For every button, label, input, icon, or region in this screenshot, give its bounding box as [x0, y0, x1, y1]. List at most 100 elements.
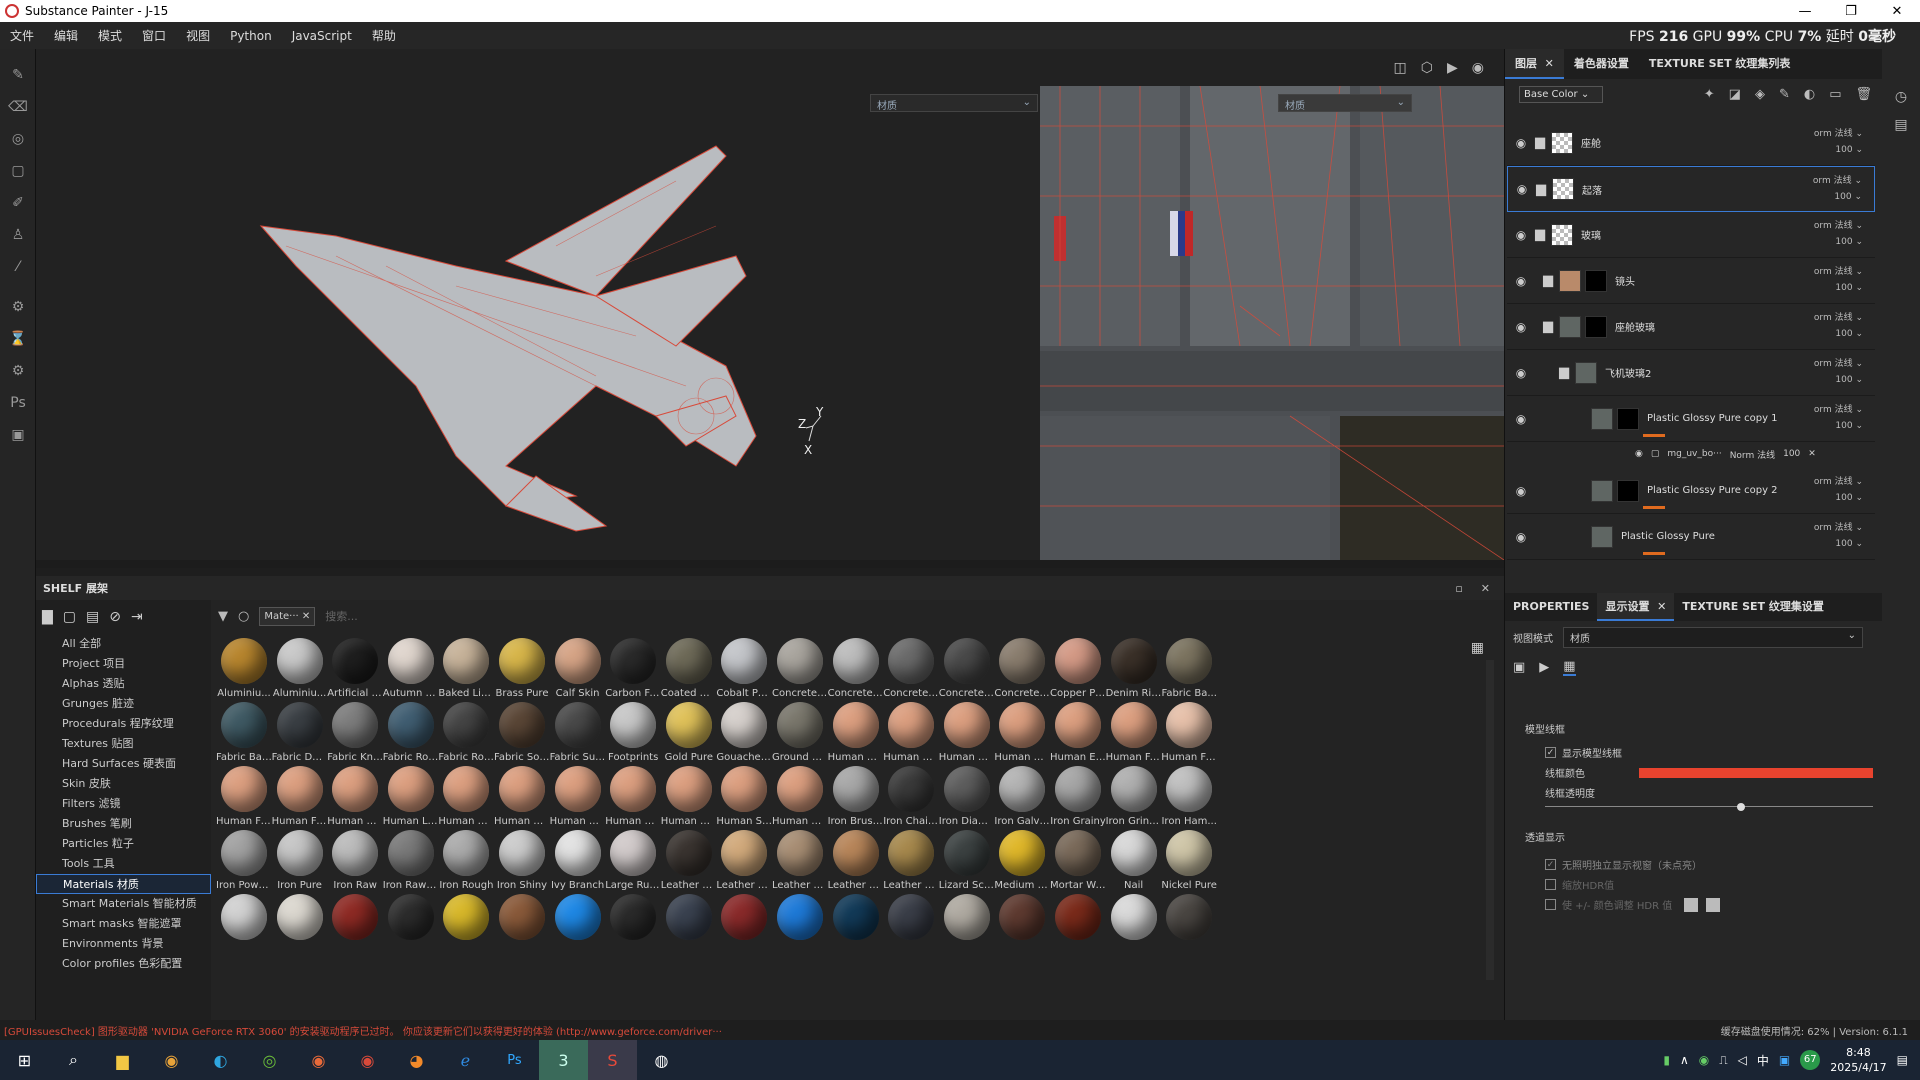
folder-icon[interactable]: ▆: [1543, 273, 1553, 288]
hide-icon[interactable]: ⊘: [109, 609, 121, 625]
folder-icon[interactable]: ▆: [1559, 365, 1569, 380]
shelf-category[interactable]: Brushes 笔刷: [36, 814, 211, 834]
eye-icon[interactable]: ◉: [1635, 449, 1643, 459]
shelf-category[interactable]: Smart Materials 智能材质: [36, 894, 211, 914]
layer-blend-opacity[interactable]: orm 法线 ⌄ 100 ⌄: [1813, 173, 1862, 205]
geometry-mask-icon[interactable]: ▢: [0, 155, 36, 187]
import-icon[interactable]: ⇥: [131, 609, 143, 625]
measure-icon[interactable]: ⌛: [0, 323, 36, 355]
material-item[interactable]: [939, 894, 995, 972]
substance-painter-icon[interactable]: S: [588, 1040, 637, 1080]
eye-icon[interactable]: ◉: [1507, 320, 1535, 334]
view-mode-select[interactable]: 材质 ⌄: [1563, 627, 1863, 648]
shelf-scrollbar[interactable]: [1486, 660, 1494, 980]
photoshop-icon[interactable]: Ps: [490, 1040, 539, 1080]
layer-row[interactable]: ◉ Plastic Glossy Pure copy 2 orm 法线 ⌄ 100 ⌄: [1507, 468, 1875, 514]
mask-thumbnail[interactable]: [1585, 269, 1607, 292]
ime-icon[interactable]: 中: [1757, 1052, 1769, 1069]
search-icon[interactable]: ⌕: [49, 1040, 98, 1080]
status-error[interactable]: [GPUIssuesCheck] 图形驱动器 'NVIDIA GeForce R…: [0, 1023, 722, 1038]
qq-icon[interactable]: ◍: [637, 1040, 686, 1080]
shelf-category[interactable]: Particles 粒子: [36, 834, 211, 854]
hdr-scale-checkbox[interactable]: [1545, 879, 1556, 890]
eraser-icon[interactable]: ⌫: [0, 91, 36, 123]
hdr-swatch-2[interactable]: [1706, 897, 1721, 912]
wireframe-color-swatch[interactable]: [1639, 767, 1873, 778]
eye-icon[interactable]: ◉: [1507, 530, 1535, 544]
material-item[interactable]: [272, 894, 328, 972]
viewport-2d-mode-select[interactable]: 材质 ⌄: [1278, 94, 1412, 112]
layer-blend-opacity[interactable]: orm 法线 ⌄ 100 ⌄: [1814, 264, 1863, 296]
input-method-icon[interactable]: ▣: [1779, 1053, 1790, 1067]
layer-effect-row[interactable]: ◉ ▢ mg_uv_bo··· Norm 法线 100 ✕: [1507, 442, 1875, 466]
material-item[interactable]: [1106, 894, 1162, 972]
tab-texture-set-list[interactable]: TEXTURE SET 纹理集列表: [1639, 49, 1801, 79]
effect-opacity[interactable]: 100: [1783, 449, 1800, 459]
eye-icon[interactable]: ◉: [1507, 274, 1535, 288]
tray-chevron-icon[interactable]: ∧: [1680, 1053, 1689, 1067]
eye-icon[interactable]: ◉: [1507, 366, 1535, 380]
filter-icon[interactable]: ▼: [218, 609, 228, 624]
wireframe-opacity-slider[interactable]: [1505, 803, 1883, 811]
add-folder-icon[interactable]: ▭: [1829, 87, 1841, 102]
slider-handle[interactable]: [1737, 803, 1745, 811]
menu-mode[interactable]: 模式: [88, 27, 132, 44]
tab-layers[interactable]: 图层 ✕: [1505, 49, 1564, 79]
notifications-icon[interactable]: ▤: [1897, 1053, 1908, 1067]
material-item[interactable]: [438, 894, 494, 972]
delete-layer-icon[interactable]: 🗑: [1855, 87, 1872, 102]
menu-window[interactable]: 窗口: [132, 27, 176, 44]
clone-stamp-icon[interactable]: ♙: [0, 219, 36, 251]
browser-icon[interactable]: ◎: [245, 1040, 294, 1080]
viewport-scrollbar[interactable]: [36, 560, 1504, 568]
tab-texture-set-settings[interactable]: TEXTURE SET 纹理集设置: [1674, 593, 1832, 621]
log-icon[interactable]: ▤: [1882, 117, 1920, 133]
shelf-category[interactable]: Textures 贴图: [36, 734, 211, 754]
layer-blend-opacity[interactable]: orm 法线 ⌄ 100 ⌄: [1814, 520, 1863, 552]
layer-blend-opacity[interactable]: orm 法线 ⌄ 100 ⌄: [1814, 402, 1863, 434]
maximize-panel-icon[interactable]: ▫: [1455, 582, 1462, 595]
layer-row[interactable]: ◉ ▆ 座舱玻璃 orm 法线 ⌄ 100 ⌄: [1507, 304, 1875, 350]
menu-edit[interactable]: 编辑: [44, 27, 88, 44]
cube-view-icon[interactable]: ⬡: [1421, 60, 1433, 76]
material-item[interactable]: [327, 894, 383, 972]
eye-icon[interactable]: ◉: [1508, 182, 1536, 196]
viewer-settings-icon[interactable]: ▦: [1563, 659, 1576, 676]
folder-icon[interactable]: ▆: [1543, 319, 1553, 334]
shelf-category[interactable]: Color profiles 色彩配置: [36, 954, 211, 974]
network-icon[interactable]: ⎍: [1719, 1053, 1727, 1068]
layer-row[interactable]: ◉ ▆ 座舱 orm 法线 ⌄ 100 ⌄: [1507, 120, 1875, 166]
chrome-2-icon[interactable]: ◉: [294, 1040, 343, 1080]
wechat-icon[interactable]: ◉: [1699, 1053, 1709, 1067]
material-item[interactable]: [716, 894, 772, 972]
tab-properties[interactable]: PROPERTIES: [1505, 593, 1597, 621]
material-item[interactable]: [772, 894, 828, 972]
eye-icon[interactable]: ◉: [1507, 136, 1535, 150]
edge-icon[interactable]: ◐: [196, 1040, 245, 1080]
tab-display-settings[interactable]: 显示设置 ✕: [1597, 593, 1675, 621]
new-file-icon[interactable]: ▢: [63, 609, 76, 625]
layer-blend-opacity[interactable]: orm 法线 ⌄ 100 ⌄: [1814, 126, 1863, 158]
chrome-icon[interactable]: ◉: [147, 1040, 196, 1080]
shelf-category[interactable]: Environments 背景: [36, 934, 211, 954]
material-item[interactable]: [828, 894, 884, 972]
file-explorer-icon[interactable]: ▆: [98, 1040, 147, 1080]
eye-icon[interactable]: ◉: [1507, 484, 1535, 498]
viewport-2d[interactable]: 材质 ⌄: [1040, 86, 1504, 560]
start-icon[interactable]: ⊞: [0, 1040, 49, 1080]
material-item[interactable]: [1050, 894, 1106, 972]
maximize-button[interactable]: ❐: [1828, 4, 1874, 19]
material-item[interactable]: [661, 894, 717, 972]
tab-shader-settings[interactable]: 着色器设置: [1564, 49, 1639, 79]
viewport-3d-mode-select[interactable]: 材质 ⌄: [870, 94, 1038, 112]
unlit-view-checkbox[interactable]: ✓: [1545, 859, 1556, 870]
hdr-swatch-1[interactable]: [1684, 897, 1699, 912]
channel-select[interactable]: Base Color ⌄: [1519, 85, 1603, 103]
hdr-adjust-checkbox[interactable]: [1545, 899, 1556, 910]
add-mask-icon[interactable]: ◪: [1729, 87, 1741, 102]
show-wireframe-checkbox[interactable]: ✓: [1545, 747, 1556, 758]
shelf-category[interactable]: Project 项目: [36, 654, 211, 674]
layer-row[interactable]: ◉ ▆ 玻璃 orm 法线 ⌄ 100 ⌄: [1507, 212, 1875, 258]
material-item[interactable]: [216, 894, 272, 972]
layer-row[interactable]: ◉ Plastic Glossy Pure copy 1 orm 法线 ⌄ 100 ⌄: [1507, 396, 1875, 442]
